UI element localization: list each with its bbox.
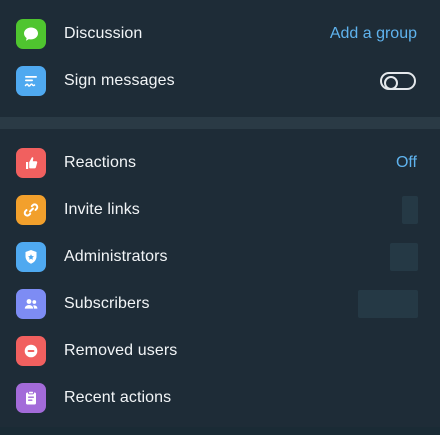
people-icon (16, 288, 46, 319)
invite-links-label: Invite links (64, 200, 140, 218)
reactions-label: Reactions (64, 153, 137, 171)
settings-section-bottom: Reactions Off Invite links Administrator… (0, 129, 440, 427)
sign-messages-label: Sign messages (64, 71, 175, 89)
shield-star-icon (16, 241, 46, 272)
recent-actions-label: Recent actions (64, 388, 172, 406)
administrators-count-redacted (390, 242, 418, 271)
clipboard-icon (16, 382, 46, 413)
subscribers-count-redacted (358, 289, 418, 318)
administrators-label: Administrators (64, 247, 168, 265)
sign-messages-toggle[interactable] (380, 71, 416, 90)
sign-messages-row[interactable]: Sign messages (0, 57, 440, 104)
invite-links-count-redacted (402, 195, 418, 224)
signature-icon (16, 65, 46, 96)
recent-actions-row[interactable]: Recent actions (0, 374, 440, 421)
settings-section-top: Discussion Add a group Sign messages (0, 0, 440, 117)
reactions-value[interactable]: Off (396, 154, 417, 172)
link-icon (16, 194, 46, 225)
reactions-row[interactable]: Reactions Off (0, 139, 440, 186)
removed-users-label: Removed users (64, 341, 178, 359)
removed-users-row[interactable]: Removed users (0, 327, 440, 374)
discussion-row[interactable]: Discussion Add a group (0, 10, 440, 57)
toggle-knob (384, 75, 398, 90)
section-divider (0, 117, 440, 129)
discussion-label: Discussion (64, 24, 143, 42)
subscribers-row[interactable]: Subscribers (0, 280, 440, 327)
minus-circle-icon (16, 335, 46, 366)
subscribers-label: Subscribers (64, 294, 150, 312)
administrators-row[interactable]: Administrators (0, 233, 440, 280)
discussion-value[interactable]: Add a group (330, 25, 417, 43)
channel-settings-panel: Discussion Add a group Sign messages Rea… (0, 0, 440, 435)
thumbs-up-icon (16, 147, 46, 178)
chat-bubble-icon (16, 18, 46, 49)
invite-links-row[interactable]: Invite links (0, 186, 440, 233)
